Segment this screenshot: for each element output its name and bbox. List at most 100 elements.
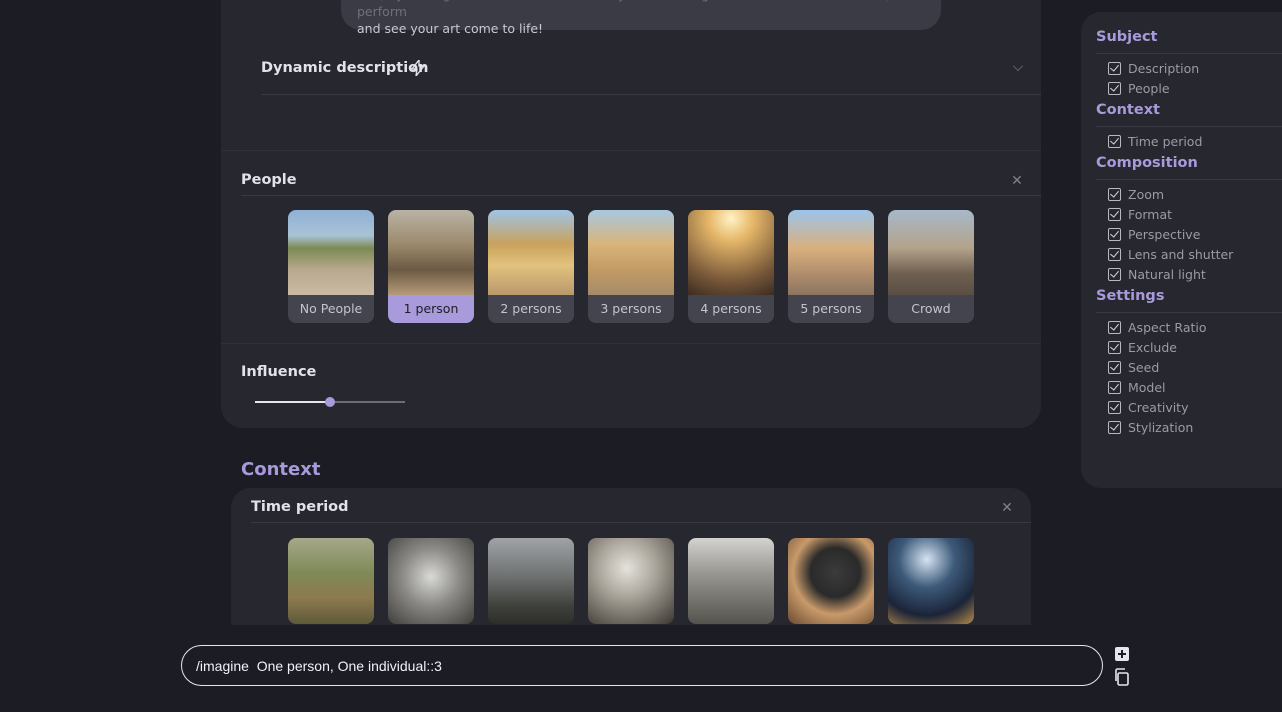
time-period-option[interactable]: [488, 538, 574, 624]
divider: [221, 150, 1041, 151]
time-period-title: Time period: [251, 499, 349, 515]
sidebar-item-label: Aspect Ratio: [1128, 320, 1207, 335]
prompt-input[interactable]: /imagine One person, One individual::3: [181, 645, 1103, 686]
influence-title: Influence: [241, 364, 317, 380]
people-option-image: [688, 210, 774, 295]
people-option[interactable]: 5 persons: [788, 210, 874, 323]
sidebar-item-label: Format: [1128, 207, 1173, 222]
description-text-line: ime, by adding an artistic accent in the…: [357, 0, 907, 19]
slider-handle[interactable]: [325, 397, 335, 407]
people-option[interactable]: Crowd: [888, 210, 974, 323]
people-option[interactable]: 1 person: [388, 210, 474, 323]
people-option[interactable]: 4 persons: [688, 210, 774, 323]
sidebar-section-title: Subject: [1096, 29, 1158, 45]
sidebar-item-label: Lens and shutter: [1128, 247, 1234, 262]
people-option-image: [588, 210, 674, 295]
description-text-line: and see your art come to life!: [357, 21, 544, 36]
people-option-image: [788, 210, 874, 295]
add-icon[interactable]: [1114, 646, 1132, 664]
people-option-label: 3 persons: [588, 295, 674, 323]
sidebar-section-title: Context: [1096, 102, 1160, 118]
sidebar-checkbox-item[interactable]: Lens and shutter: [1108, 247, 1233, 262]
sidebar-checkbox-item[interactable]: Stylization: [1108, 420, 1193, 435]
checkbox-checked-icon[interactable]: [1108, 341, 1121, 354]
copy-icon[interactable]: [1114, 668, 1132, 686]
time-period-option[interactable]: [888, 538, 974, 624]
context-heading: Context: [241, 459, 321, 480]
time-period-option-image: [388, 538, 474, 624]
checkbox-checked-icon[interactable]: [1108, 321, 1121, 334]
sidebar-item-label: Natural light: [1128, 267, 1206, 282]
app-stage: ime, by adding an artistic accent in the…: [0, 0, 1282, 712]
sidebar-checkbox-item[interactable]: Exclude: [1108, 340, 1177, 355]
sidebar-item-label: People: [1128, 81, 1170, 96]
checkbox-checked-icon[interactable]: [1108, 62, 1121, 75]
sidebar-item-label: Zoom: [1128, 187, 1165, 202]
time-period-option-image: [588, 538, 674, 624]
sidebar-item-label: Perspective: [1128, 227, 1201, 242]
people-option-label: 4 persons: [688, 295, 774, 323]
people-option[interactable]: 3 persons: [588, 210, 674, 323]
checkbox-checked-icon[interactable]: [1108, 228, 1121, 241]
checkbox-checked-icon[interactable]: [1108, 381, 1121, 394]
time-period-option-image: [888, 538, 974, 624]
description-textarea[interactable]: ime, by adding an artistic accent in the…: [341, 0, 941, 36]
sidebar-checkbox-item[interactable]: Creativity: [1108, 400, 1189, 415]
people-option-label: Crowd: [888, 295, 974, 323]
sidebar-item-label: Time period: [1128, 134, 1203, 149]
sidebar-item-label: Model: [1128, 380, 1166, 395]
divider: [241, 195, 1041, 196]
sidebar-checkbox-item[interactable]: Zoom: [1108, 187, 1164, 202]
slider-fill: [255, 401, 330, 403]
people-options: No People 1 person 2 persons 3 persons 4 per…: [288, 210, 974, 323]
time-period-option[interactable]: [288, 538, 374, 624]
sidebar-checkbox-item[interactable]: Seed: [1108, 360, 1159, 375]
checkbox-checked-icon[interactable]: [1108, 208, 1121, 221]
checkbox-checked-icon[interactable]: [1108, 361, 1121, 374]
checkbox-checked-icon[interactable]: [1108, 248, 1121, 261]
time-period-option-image: [288, 538, 374, 624]
time-period-option[interactable]: [588, 538, 674, 624]
sidebar-checkbox-item[interactable]: Aspect Ratio: [1108, 320, 1207, 335]
people-option-image: [488, 210, 574, 295]
people-option[interactable]: 2 persons: [488, 210, 574, 323]
checkbox-checked-icon[interactable]: [1108, 82, 1121, 95]
sidebar-checkbox-item[interactable]: Format: [1108, 207, 1172, 222]
checkbox-checked-icon[interactable]: [1108, 135, 1121, 148]
time-period-option[interactable]: [388, 538, 474, 624]
people-option-label: 1 person: [388, 295, 474, 323]
time-period-option[interactable]: [788, 538, 874, 624]
chevron-down-icon[interactable]: [1013, 61, 1023, 71]
sidebar-checkbox-item[interactable]: Time period: [1108, 134, 1202, 149]
checkbox-checked-icon[interactable]: [1108, 188, 1121, 201]
time-period-option[interactable]: [688, 538, 774, 624]
dynamic-description-accordion[interactable]: Dynamic description: [261, 55, 1041, 95]
time-period-option-image: [488, 538, 574, 624]
time-period-option-image: [788, 538, 874, 624]
close-icon[interactable]: ✕: [1010, 174, 1024, 188]
time-period-options: [288, 538, 974, 624]
people-option-label: No People: [288, 295, 374, 323]
people-option[interactable]: No People: [288, 210, 374, 323]
divider: [1096, 312, 1282, 313]
sidebar-section-title: Settings: [1096, 288, 1165, 304]
people-option-label: 2 persons: [488, 295, 574, 323]
checkbox-checked-icon[interactable]: [1108, 421, 1121, 434]
sidebar-checkbox-item[interactable]: Description: [1108, 61, 1199, 76]
sidebar-checkbox-item[interactable]: Natural light: [1108, 267, 1206, 282]
checkbox-checked-icon[interactable]: [1108, 401, 1121, 414]
divider: [1096, 126, 1282, 127]
people-option-image: [388, 210, 474, 295]
sidebar-checkbox-item[interactable]: People: [1108, 81, 1170, 96]
divider: [221, 343, 1041, 344]
sidebar-checkbox-item[interactable]: Perspective: [1108, 227, 1200, 242]
sidebar-item-label: Seed: [1128, 360, 1160, 375]
divider: [1096, 179, 1282, 180]
sidebar-item-label: Exclude: [1128, 340, 1177, 355]
sidebar-checkbox-item[interactable]: Model: [1108, 380, 1166, 395]
close-icon[interactable]: ✕: [1000, 501, 1014, 515]
checkbox-checked-icon[interactable]: [1108, 268, 1121, 281]
divider: [251, 522, 1031, 523]
influence-slider[interactable]: [255, 397, 405, 407]
sidebar-item-label: Creativity: [1128, 400, 1189, 415]
